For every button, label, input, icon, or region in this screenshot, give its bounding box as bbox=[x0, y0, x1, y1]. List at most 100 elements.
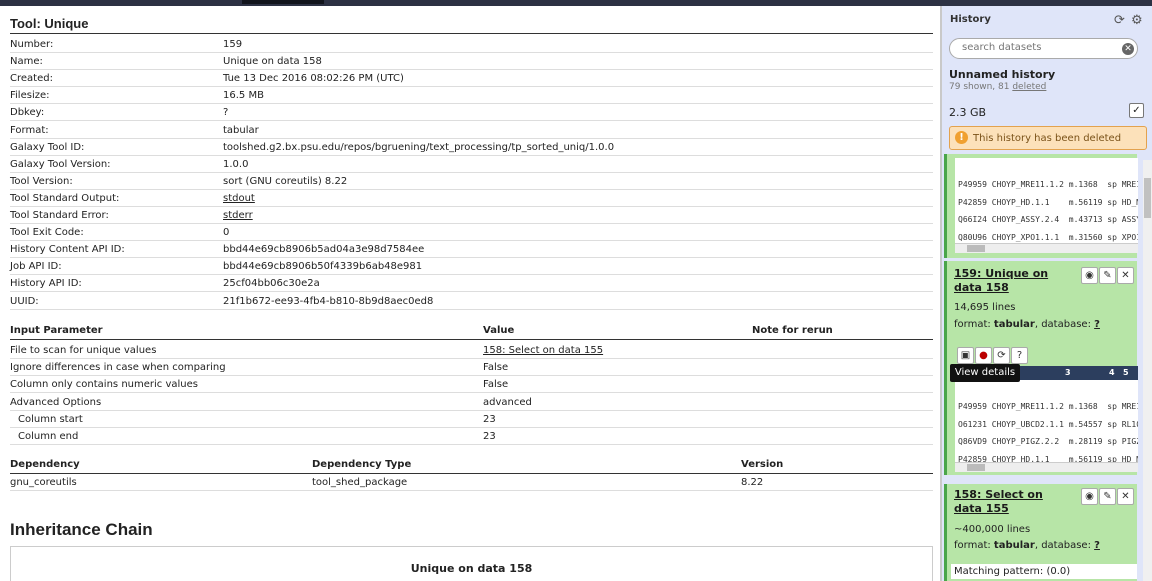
params-header-value: Value bbox=[483, 325, 515, 336]
peek-scrollbar[interactable] bbox=[955, 243, 1138, 253]
clear-search-icon[interactable]: ✕ bbox=[1122, 43, 1134, 55]
pencil-icon[interactable]: ✎ bbox=[1099, 488, 1116, 505]
shown-count: 79 shown, 81 bbox=[949, 82, 1013, 92]
info-value: toolshed.g2.bx.psu.edu/repos/bgruening/t… bbox=[223, 141, 615, 153]
history-title: History bbox=[950, 14, 991, 25]
peek-row: Q86VD9 CHOYP_PIGZ.2.2 m.28119 sp PIGZ bbox=[958, 437, 1138, 446]
info-icon[interactable]: ● bbox=[975, 347, 992, 364]
peek-rows: P49959 CHOYP_MRE11.1.2 m.1368 sp MRE11 P4… bbox=[955, 176, 1138, 253]
info-key: Job API ID: bbox=[10, 261, 62, 273]
search-input[interactable] bbox=[962, 42, 1112, 53]
history-panel: History ⟳ ⚙ ✕ Unnamed history 79 shown, … bbox=[942, 6, 1152, 581]
gear-icon[interactable]: ⚙ bbox=[1131, 13, 1143, 28]
info-key: History Content API ID: bbox=[10, 244, 125, 256]
table-row: Column end 23 bbox=[10, 428, 933, 445]
info-value: 21f1b672-ee93-4fb4-b810-8b9d8aec0ed8 bbox=[223, 295, 434, 307]
dataset-159-lines: 14,695 lines bbox=[954, 302, 1016, 313]
db-link[interactable]: ? bbox=[1094, 319, 1100, 330]
info-key: Filesize: bbox=[10, 90, 50, 102]
info-value: 0 bbox=[223, 227, 230, 239]
param-name: Ignore differences in case when comparin… bbox=[10, 362, 226, 374]
info-key: Galaxy Tool ID: bbox=[10, 141, 85, 153]
db-link[interactable]: ? bbox=[1094, 540, 1100, 551]
info-key: Name: bbox=[10, 56, 43, 68]
info-key: Number: bbox=[10, 39, 54, 50]
param-value[interactable]: 158: Select on data 155 bbox=[483, 345, 603, 356]
params-header-note: Note for rerun bbox=[752, 325, 833, 336]
peek-row: Q66I24 CHOYP_ASSY.2.4 m.43713 sp ASSY_ bbox=[958, 215, 1138, 224]
param-value: False bbox=[483, 379, 509, 391]
dataset-158-title[interactable]: 158: Select on data 155 bbox=[954, 488, 1074, 516]
param-name: Column end bbox=[18, 431, 79, 442]
dataset-159-title[interactable]: 159: Unique on data 158 bbox=[954, 267, 1074, 295]
info-key: Galaxy Tool Version: bbox=[10, 158, 111, 170]
history-count: 79 shown, 81 deleted bbox=[949, 82, 1046, 92]
table-row: History API ID: 25cf04bb06c30e2a bbox=[10, 275, 933, 293]
history-name[interactable]: Unnamed history bbox=[949, 68, 1055, 81]
peek-row: P49959 CHOYP_MRE11.1.2 m.1368 sp MRE1 bbox=[958, 402, 1138, 411]
peek-scrollbar[interactable] bbox=[955, 462, 1138, 472]
deps-header-type: Dependency Type bbox=[312, 459, 412, 470]
peek-row: P42859 CHOYP_HD.1.1 m.56119 sp HD_M bbox=[958, 197, 1138, 207]
table-row: Column only contains numeric values False bbox=[10, 376, 933, 394]
table-row: Tool Version: sort (GNU coreutils) 8.22 bbox=[10, 173, 933, 190]
info-value: 16.5 MB bbox=[223, 90, 264, 102]
table-row: Created: Tue 13 Dec 2016 08:02:26 PM (UTC… bbox=[10, 70, 933, 88]
peek-row: O61231 CHOYP_UBCD2.1.1 m.54557 sp RL10 bbox=[958, 419, 1138, 429]
info-key: Tool Exit Code: bbox=[10, 227, 84, 239]
dataset-159-actions: ▣ ● ⟳? bbox=[957, 347, 1028, 364]
search-box: ✕ bbox=[949, 38, 1138, 59]
dataset-158-pattern: Matching pattern: (0.0) bbox=[951, 564, 1137, 579]
info-value: bbd44e69cb8906b50f4339b6ab48e981 bbox=[223, 261, 423, 273]
save-icon[interactable]: ▣ bbox=[957, 347, 974, 364]
rerun-icon[interactable]: ⟳ bbox=[993, 347, 1010, 364]
eye-icon[interactable]: ◉ bbox=[1081, 488, 1098, 505]
info-value: sort (GNU coreutils) 8.22 bbox=[223, 175, 348, 187]
info-value[interactable]: stdout bbox=[223, 193, 255, 204]
param-value: 23 bbox=[483, 431, 496, 442]
info-key: History API ID: bbox=[10, 278, 82, 290]
info-value[interactable]: stderr bbox=[223, 210, 253, 221]
select-items-checkbox-icon[interactable]: ✓ bbox=[1129, 103, 1144, 118]
table-row: Dbkey:? bbox=[10, 104, 933, 122]
history-scrollbar[interactable] bbox=[1143, 160, 1152, 581]
delete-icon[interactable]: ✕ bbox=[1117, 488, 1134, 505]
info-key: Format: bbox=[10, 124, 49, 136]
info-value: Tue 13 Dec 2016 08:02:26 PM (UTC) bbox=[223, 73, 404, 85]
eye-icon[interactable]: ◉ bbox=[1081, 267, 1098, 284]
deps-header-version: Version bbox=[741, 459, 784, 470]
refresh-icon[interactable]: ⟳ bbox=[1114, 13, 1125, 28]
info-value: ? bbox=[223, 107, 229, 119]
table-row: gnu_coreutils tool_shed_package 8.22 bbox=[10, 474, 933, 491]
history-size: 2.3 GB bbox=[949, 106, 987, 119]
table-row: Advanced Options advanced bbox=[10, 394, 933, 411]
delete-icon[interactable]: ✕ bbox=[1117, 267, 1134, 284]
info-value: 1.0.0 bbox=[223, 158, 249, 170]
dataset-prev: P49959 CHOYP_MRE11.1.2 m.1368 sp MRE11 P4… bbox=[944, 154, 1138, 258]
pencil-icon[interactable]: ✎ bbox=[1099, 267, 1116, 284]
table-row: Tool Standard Output: stdout bbox=[10, 190, 933, 207]
table-row: Tool Standard Error: stderr bbox=[10, 207, 933, 224]
info-key: Tool Version: bbox=[10, 175, 73, 187]
masthead-active-tab[interactable] bbox=[242, 0, 324, 4]
view-details-tooltip: View details bbox=[950, 364, 1020, 382]
params-header-name: Input Parameter bbox=[10, 325, 103, 336]
dataset-158: 158: Select on data 155 ◉ ✎ ✕ ~400,000 lin… bbox=[944, 484, 1137, 581]
inheritance-box: Unique on data 158 bbox=[10, 546, 933, 581]
param-value: advanced bbox=[483, 396, 532, 408]
warning-icon: ! bbox=[955, 131, 968, 144]
center-panel: Tool: Unique Number: 159 Name: Unique on da… bbox=[0, 6, 942, 581]
dataset-158-lines: ~400,000 lines bbox=[954, 524, 1031, 535]
params-rule bbox=[10, 339, 933, 340]
table-row: Filesize: 16.5 MB bbox=[10, 87, 933, 105]
dep-version: 8.22 bbox=[741, 477, 764, 488]
table-row: History Content API ID: bbd44e69cb8906b5a… bbox=[10, 241, 933, 259]
dataset-peek: P49959 CHOYP_MRE11.1.2 m.1368 sp MRE11 P4… bbox=[955, 158, 1138, 253]
peek-rows: P49959 CHOYP_MRE11.1.2 m.1368 sp MRE1 O61… bbox=[955, 398, 1138, 472]
inheritance-item: Unique on data 158 bbox=[410, 562, 533, 575]
table-row: File to scan for unique values 158: Selec… bbox=[10, 342, 933, 359]
deleted-link[interactable]: deleted bbox=[1012, 82, 1046, 92]
help-icon[interactable]: ? bbox=[1011, 347, 1028, 364]
dataset-158-buttons: ◉ ✎ ✕ bbox=[1081, 488, 1134, 505]
dataset-158-format: format: tabular, database: ? bbox=[954, 540, 1100, 551]
